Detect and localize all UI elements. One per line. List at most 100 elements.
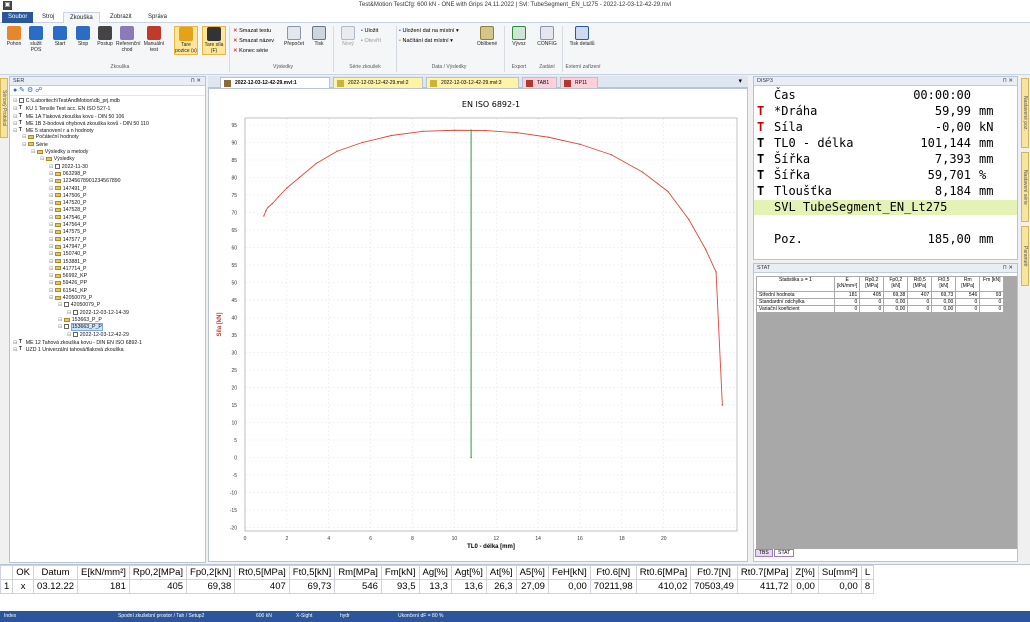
results-column-header[interactable]: E[kN/mm²] (77, 565, 130, 580)
ribbon-button-6[interactable]: Manuální test (143, 26, 165, 53)
results-column-header[interactable]: FeH[kN] (547, 565, 591, 580)
document-tab[interactable]: RP11 (560, 77, 598, 88)
save-local-button[interactable]: ▪ Uložení dat na místní ▾ (399, 28, 459, 35)
toolbar-icons[interactable]: ● ✎ ⚙ ☍ (10, 87, 42, 94)
results-column-header[interactable]: Agt[%] (450, 565, 487, 580)
results-row[interactable]: 1 x 03.12.22 181 405 69,38 407 69,73 546 93,5 13,3… (0, 579, 875, 594)
results-column-header[interactable]: OK (12, 565, 35, 580)
tree-node[interactable]: ⊟ 56992_KP (10, 273, 205, 280)
load-local-button[interactable]: ▪ Načítání dat místní ▾ (399, 38, 453, 45)
results-table[interactable]: OK Datum E[kN/mm²] Rp0,2[MPa] Fp0,2[kN] Rt0,5… (0, 564, 1030, 611)
results-column-header[interactable]: Ft0.6[N] (589, 565, 637, 580)
menu-file[interactable]: Soubor (2, 12, 34, 23)
results-column-header[interactable]: Rt0.6[MPa] (635, 565, 692, 580)
right-tab-series-settings[interactable]: Nastavení série (1021, 152, 1029, 222)
delete-test-button[interactable]: ✕ Smazat testu (233, 28, 271, 35)
statistics-grid[interactable]: Statistika ≥ = 1E [kN/mm²] Rp0,2 [MPa] Fp0… (756, 276, 1017, 549)
print-button[interactable]: Tisk (309, 26, 329, 47)
tree-node[interactable]: ⊟ 153663_P_P (10, 317, 205, 324)
menu-view[interactable]: Zobrazit (104, 12, 138, 23)
tree-node[interactable]: ⊟ 147491_P (10, 186, 205, 193)
results-column-header[interactable]: At[%] (485, 565, 517, 580)
tree-node[interactable]: ⊟ 147947_P (10, 244, 205, 251)
ribbon-button-3[interactable]: Stop (72, 26, 94, 47)
tree-node[interactable]: ⊟ 147575_P (10, 229, 205, 236)
tree-node[interactable]: ⊟ 147520_P (10, 200, 205, 207)
tree-node[interactable]: ⊟ Výsledky (10, 156, 205, 163)
results-column-header[interactable] (0, 565, 14, 580)
statistics-row[interactable]: Standardní odchylka 0 0 0,00 0 0,00 0 0 (756, 298, 1005, 306)
statistics-row[interactable]: Variační koeficient 0 0 0,00 0 0,00 0 0 (756, 305, 1005, 313)
tree-node[interactable]: ⊟ 417714_P (10, 266, 205, 273)
tab-tbs[interactable]: TBS (755, 549, 773, 557)
tree-node[interactable]: ⊟ Výsledky a metody (10, 149, 205, 156)
results-column-header[interactable]: Rt0.7[MPa] (736, 565, 793, 580)
menu-machine[interactable]: Stroj (36, 12, 60, 23)
pin-icon[interactable]: ⊓ ✕ (191, 77, 201, 86)
tree-node[interactable]: ⊟ 147546_P (10, 215, 205, 222)
results-column-header[interactable]: Datum (33, 565, 79, 580)
right-tab-parameter[interactable]: Parametr (1021, 226, 1029, 286)
results-column-header[interactable]: Rp0,2[MPa] (128, 565, 188, 580)
ribbon-button-8[interactable]: Tare síla (F) (202, 26, 226, 55)
tree-node[interactable]: ⊟ 42050079_P (10, 302, 205, 309)
left-tab-series-protocol[interactable]: Sériový Protokol (0, 78, 8, 138)
results-column-header[interactable]: Fp0,2[kN] (186, 565, 236, 580)
tree-node[interactable]: ⊟ 61541_KP (10, 288, 205, 295)
tree-node[interactable]: ⊟ T ME 1B 3-bodová ohybová zkouška kovů -… (10, 120, 205, 127)
ribbon-button-4[interactable]: Postup (94, 26, 116, 47)
force-elongation-chart[interactable]: EN ISO 6892-1-20-15-10-50510152025303540… (209, 89, 747, 561)
tree-node[interactable]: ⊟ 147577_P (10, 237, 205, 244)
save-button[interactable]: ▪ Uložit (361, 28, 378, 35)
document-tab[interactable]: 2022-12-03-12-42-29.mvl:2 (333, 77, 423, 88)
tree-node[interactable]: ⊟ 2022-12-03-12-14-39 (10, 310, 205, 317)
favorites-button[interactable]: Oblíbené (473, 26, 501, 47)
tree-node[interactable]: ⊟ T ME 5 stanovení r a n hodnoty (10, 127, 205, 134)
tree-node[interactable]: ⊟ 12345678901234567890 (10, 178, 205, 185)
results-column-header[interactable]: Ft0.7[N] (690, 565, 738, 580)
tree-node[interactable]: ⊟ 147506_P (10, 193, 205, 200)
results-column-header[interactable]: Ft0,5[kN] (288, 565, 336, 580)
ribbon-button-5[interactable]: Referenční chod (116, 26, 140, 53)
results-column-header[interactable]: Z[%] (791, 565, 819, 580)
results-column-header[interactable]: Fm[kN] (380, 565, 420, 580)
export-button[interactable]: Vývoz (508, 26, 530, 47)
menu-admin[interactable]: Správa (142, 12, 173, 23)
tabs-dropdown-icon[interactable]: ▾ (738, 77, 742, 85)
tree-node[interactable]: ⊟ 59426_PP (10, 280, 205, 287)
tree-node[interactable]: ⊟ Počáteční hodnoty (10, 134, 205, 141)
end-series-button[interactable]: ✕ Konec série (233, 48, 268, 55)
tree-node[interactable]: ⊟ 42050079_P (10, 295, 205, 302)
ribbon-button-2[interactable]: Start (49, 26, 71, 47)
tree-node[interactable]: ⊟ C:\Laboritech\TestAndMotion\db_prj.mdb (10, 98, 205, 105)
results-column-header[interactable]: Su[mm²] (817, 565, 862, 580)
tree-node[interactable]: ⊟ 063298_P (10, 171, 205, 178)
tree-node[interactable]: ⊟ T ME 1A Tlaková zkouška kovu - DIN 50 1… (10, 113, 205, 120)
config-button[interactable]: CONFIG (535, 26, 559, 47)
open-button[interactable]: ▪ Otevřít (361, 38, 381, 45)
tree-node[interactable]: ⊟ 2022-12-03-12-42-29 (10, 332, 205, 339)
new-button[interactable]: Nový (338, 26, 358, 47)
close-icon[interactable]: ⊓ ✕ (1003, 77, 1013, 86)
statistics-row[interactable]: Střední hodnota 181 405 69,38 407 69,73 546 93 (756, 291, 1005, 299)
ribbon-button-7[interactable]: Tare pozice (s) (174, 26, 198, 55)
tree-node[interactable]: ⊟ 2022-11-30 (10, 164, 205, 171)
tree-node[interactable]: ⊟ 147564_P (10, 222, 205, 229)
tree-node[interactable]: ⊟ 150740_P (10, 251, 205, 258)
document-tab[interactable]: 2022-12-03-12-42-29.mvl:3 (426, 77, 519, 88)
tree-node[interactable]: ⊟ Série (10, 142, 205, 149)
ribbon-button-0[interactable]: Pohon (3, 26, 25, 47)
results-column-header[interactable]: Ag[%] (418, 565, 452, 580)
recalculate-button[interactable]: Přepočet (282, 26, 306, 47)
document-tab[interactable]: TAB1 (522, 77, 557, 88)
close-icon[interactable]: ⊓ ✕ (1003, 264, 1013, 273)
ribbon-button-1[interactable]: služit POS (25, 26, 47, 53)
tree-node[interactable]: ⊟ 147528_P (10, 207, 205, 214)
results-column-header[interactable]: A5[%] (515, 565, 549, 580)
delete-name-button[interactable]: ✕ Smazat název (233, 38, 274, 45)
results-column-header[interactable]: Rt0,5[MPa] (234, 565, 290, 580)
tab-stat[interactable]: STAT (774, 549, 795, 557)
tree-node[interactable]: ⊟ 153881_P (10, 259, 205, 266)
results-column-header[interactable]: L (860, 565, 875, 580)
right-tab-positions[interactable]: Nastavené poz. (1021, 78, 1029, 148)
